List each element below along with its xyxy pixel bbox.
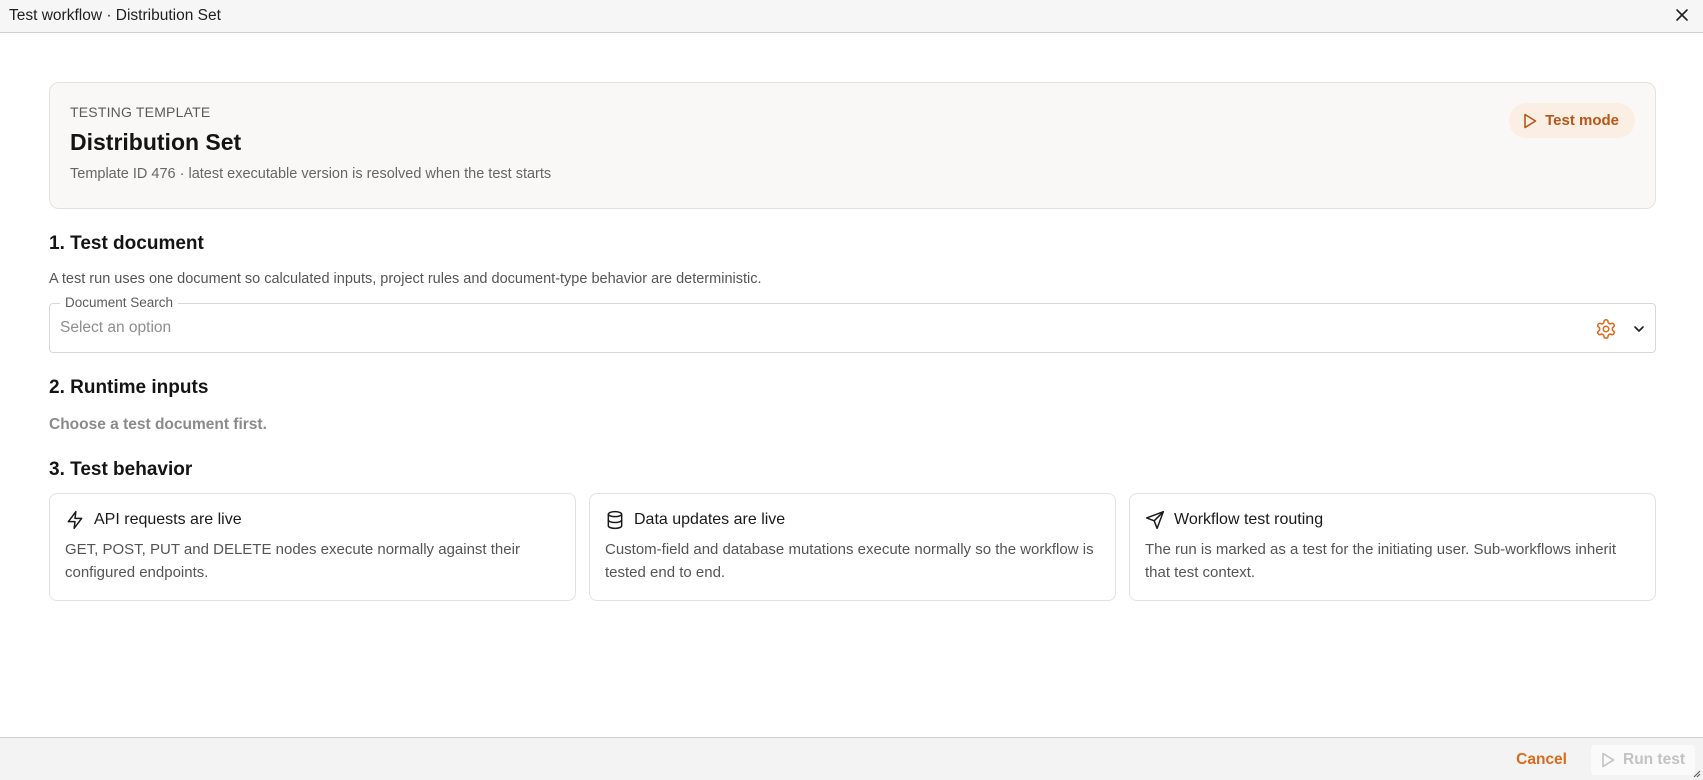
section-test-document-description: A test run uses one document so calculat…: [49, 271, 762, 287]
cancel-button[interactable]: Cancel: [1516, 751, 1567, 769]
template-name: Distribution Set: [70, 129, 242, 155]
behavior-card-title: Data updates are live: [634, 511, 786, 528]
chevron-down-icon[interactable]: [1631, 321, 1647, 337]
behavior-card-api: API requests are live GET, POST, PUT and…: [49, 493, 576, 601]
behavior-card-routing: Workflow test routing The run is marked …: [1129, 493, 1656, 601]
behavior-card-text: Custom-field and database mutations exec…: [605, 541, 1094, 581]
document-search-select[interactable]: Document Search Select an option: [49, 295, 1656, 353]
close-icon[interactable]: [1671, 4, 1693, 26]
behavior-card-text: The run is marked as a test for the init…: [1145, 541, 1617, 581]
behavior-card-text: GET, POST, PUT and DELETE nodes execute …: [65, 541, 520, 581]
behavior-card-title: Workflow test routing: [1174, 511, 1324, 528]
section-runtime-inputs-title: 2. Runtime inputs: [49, 377, 209, 398]
run-test-button[interactable]: Run test: [1591, 745, 1695, 775]
title-bar: Test workflow · Distribution Set: [0, 0, 1703, 33]
behavior-card-data: Data updates are live Custom-field and d…: [589, 493, 1116, 601]
play-icon: [1524, 113, 1537, 128]
behavior-cards: API requests are live GET, POST, PUT and…: [49, 493, 1656, 601]
gear-icon[interactable]: [1595, 318, 1617, 340]
template-card: TESTING TEMPLATE Distribution Set Templa…: [49, 82, 1656, 209]
section-test-document-title: 1. Test document: [49, 233, 204, 254]
behavior-card-title: API requests are live: [94, 511, 242, 528]
resize-grip-icon[interactable]: [1691, 768, 1701, 778]
run-test-label: Run test: [1623, 751, 1685, 768]
test-mode-badge: Test mode: [1509, 103, 1635, 138]
section-runtime-inputs-description: Choose a test document first.: [49, 416, 267, 433]
dialog-content: TESTING TEMPLATE Distribution Set Templa…: [49, 82, 1656, 601]
play-icon: [1602, 752, 1615, 768]
document-search-label: Document Search: [60, 295, 179, 310]
template-eyebrow: TESTING TEMPLATE: [70, 104, 211, 120]
lightning-icon: [67, 510, 83, 530]
database-icon: [607, 510, 623, 530]
test-mode-label: Test mode: [1545, 112, 1619, 129]
dialog-footer: Cancel Run test: [0, 737, 1703, 780]
template-subtitle: Template ID 476 · latest executable vers…: [70, 166, 552, 182]
section-test-behavior-title: 3. Test behavior: [49, 459, 193, 480]
window-title: Test workflow · Distribution Set: [9, 7, 221, 24]
send-icon: [1145, 510, 1165, 530]
document-search-placeholder: Select an option: [60, 319, 172, 336]
